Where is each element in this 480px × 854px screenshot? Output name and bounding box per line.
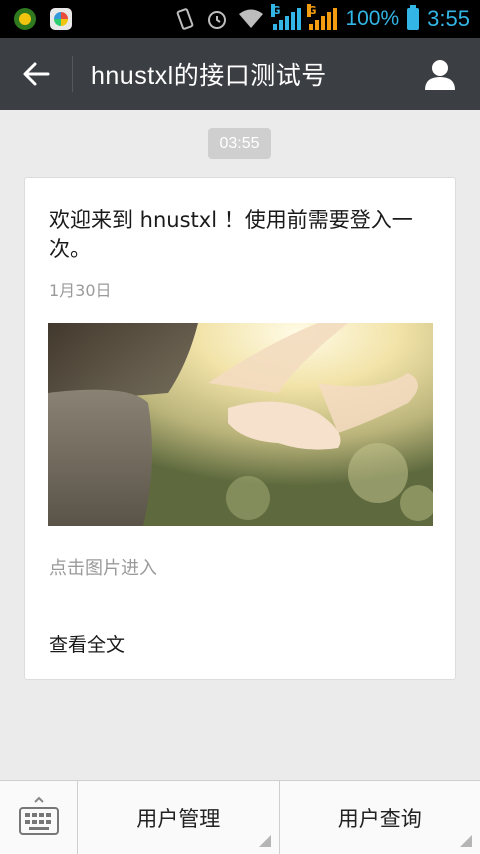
notification-app-icon [14,8,36,30]
keyboard-icon [18,796,59,835]
title-divider [72,56,73,92]
menu-user-query-label: 用户查询 [337,807,422,831]
article-cover-image[interactable] [48,323,433,526]
back-button[interactable] [0,38,72,110]
page-title: hnustxl的接口测试号 [91,62,327,90]
profile-button[interactable] [420,54,460,94]
person-icon [425,60,455,90]
battery-percent: 100% [345,7,400,30]
read-more-link[interactable]: 查看全文 [49,630,125,657]
signal-sim1-icon: G [271,4,302,30]
menu-user-management-label: 用户管理 [136,807,221,831]
keyboard-toggle-button[interactable] [0,781,78,854]
article-card[interactable]: 欢迎来到 hnustxl ！使用前需要登入一次。 1月30日 点击图片进入 查看… [24,177,456,680]
bottom-menu-bar: 用户管理 用户查询 [0,780,480,854]
signal-sim2-icon: G [307,4,338,30]
alarm-icon [208,11,227,29]
menu-user-query[interactable]: 用户查询 [278,781,480,854]
message-timestamp: 03:55 [208,128,271,159]
title-bar: hnustxl的接口测试号 [0,38,480,110]
submenu-indicator-icon [258,835,271,847]
article-title: 欢迎来到 hnustxl ！使用前需要登入一次。 [49,208,413,261]
status-clock: 3:55 [427,6,470,31]
submenu-indicator-icon [460,835,472,847]
article-description: 点击图片进入 [49,558,157,579]
notification-browser-icon [50,8,72,30]
menu-user-management[interactable]: 用户管理 [78,781,279,854]
wifi-icon [239,9,264,28]
article-date: 1月30日 [49,281,112,300]
vibrate-icon [177,8,194,30]
back-arrow-icon [23,62,50,86]
status-bar: G G 100% 3:55 [0,0,480,38]
battery-icon [407,5,420,30]
